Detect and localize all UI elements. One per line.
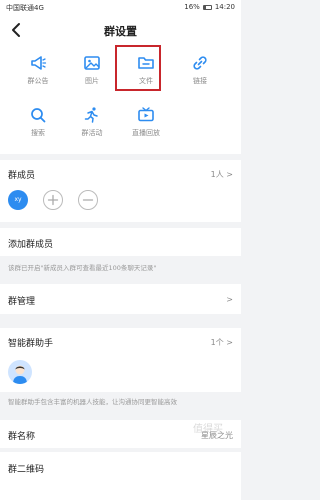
assistant-avatar[interactable] <box>8 360 32 384</box>
image-icon <box>84 56 100 70</box>
members-title: 群成员 <box>8 171 36 181</box>
group-manage-row[interactable]: 群管理 > <box>0 284 241 314</box>
group-manage-label: 群管理 <box>8 297 36 307</box>
feature-activity[interactable]: 群活动 <box>62 106 122 138</box>
robot-avatar-icon <box>8 360 32 384</box>
tv-icon <box>138 107 154 122</box>
time-label: 14:20 <box>214 3 235 11</box>
feature-live-replay[interactable]: 直播回放 <box>116 106 176 138</box>
nav-bar: 群设置 <box>0 14 241 46</box>
assistant-title: 智能群助手 <box>8 339 54 349</box>
running-icon <box>84 107 98 123</box>
watermark: 值得买 <box>193 424 223 435</box>
chevron-right-icon: > <box>226 170 233 179</box>
feature-label: 直播回放 <box>132 129 160 137</box>
feature-label: 群公告 <box>27 77 49 85</box>
status-right: 16% 14:20 <box>184 3 235 11</box>
chevron-right-icon: > <box>226 295 233 304</box>
chevron-right-icon: > <box>226 338 233 347</box>
add-member-label: 添加群成员 <box>8 240 54 250</box>
qr-code-label: 群二维码 <box>8 465 45 475</box>
group-name-label: 群名称 <box>8 432 36 442</box>
remove-member-button[interactable] <box>78 190 98 210</box>
battery-icon <box>202 4 212 10</box>
members-count-row[interactable]: 1人 > <box>211 169 233 180</box>
search-icon <box>31 108 46 123</box>
plus-icon <box>47 194 59 206</box>
feature-label: 图片 <box>85 77 99 85</box>
assistant-description: 智能群助手包含丰富的机器人技能，让沟通协同更智能高效 <box>8 398 177 406</box>
member-avatar[interactable]: xy <box>8 190 28 210</box>
highlight-box <box>115 45 161 91</box>
assistant-section: 智能群助手 1个 > <box>0 328 241 392</box>
members-count: 1人 <box>210 170 224 179</box>
status-bar: 中国联通4G 16% 14:20 <box>0 0 241 14</box>
feature-label: 搜索 <box>31 129 45 137</box>
add-member-row[interactable]: 添加群成员 <box>0 228 241 256</box>
feature-label: 群活动 <box>81 129 103 137</box>
history-notice: 该群已开启"新成员入群可查看最近100条聊天记录" <box>8 264 157 272</box>
feature-label: 链接 <box>193 77 207 85</box>
minus-icon <box>82 199 94 201</box>
megaphone-icon <box>31 56 47 70</box>
members-section: 群成员 1人 > xy <box>0 160 241 222</box>
page-title: 群设置 <box>104 25 137 38</box>
qr-code-row[interactable]: 群二维码 <box>0 452 241 500</box>
battery-label: 16% <box>184 3 200 11</box>
link-icon <box>193 56 207 70</box>
feature-search[interactable]: 搜索 <box>8 106 68 138</box>
carrier-label: 中国联通4G <box>6 4 44 12</box>
assistant-count: 1个 <box>210 338 224 347</box>
feature-announcement[interactable]: 群公告 <box>8 54 68 86</box>
feature-images[interactable]: 图片 <box>62 54 122 86</box>
add-member-button[interactable] <box>43 190 63 210</box>
feature-links[interactable]: 链接 <box>170 54 230 86</box>
assistant-count-row[interactable]: 1个 > <box>211 337 233 348</box>
